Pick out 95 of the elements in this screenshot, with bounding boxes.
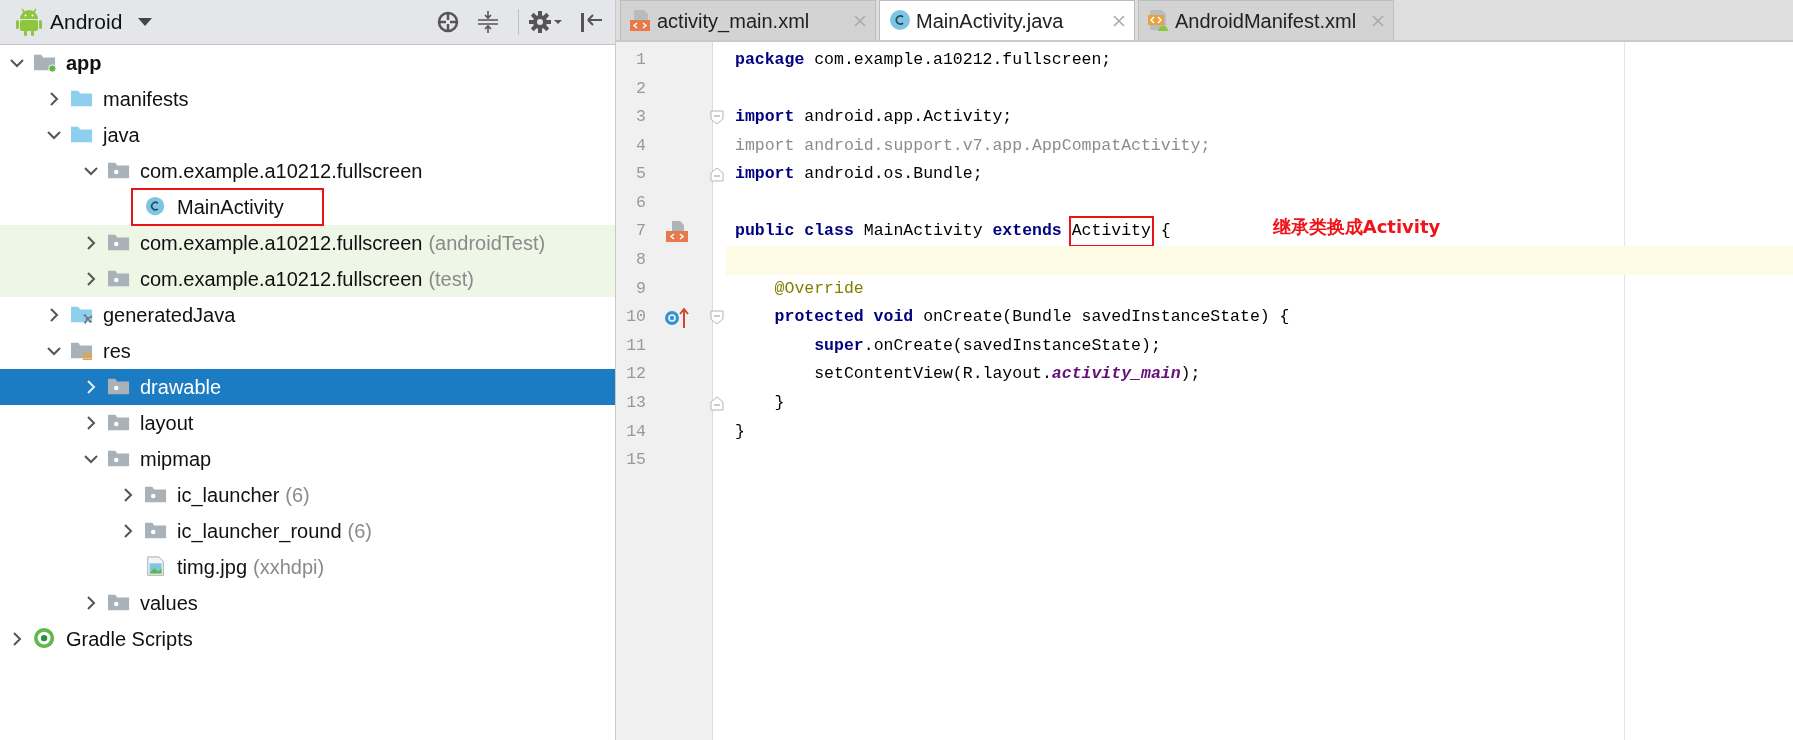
code-text: MainActivity xyxy=(862,220,984,243)
code-text: setContentView(R.layout. xyxy=(813,363,1052,386)
code-text: import xyxy=(735,163,795,186)
tree-item[interactable]: app xyxy=(0,45,615,81)
dropdown-caret-icon[interactable] xyxy=(138,17,153,27)
item-label: com.example.a10212.fullscreen xyxy=(140,267,423,292)
item-label: manifests xyxy=(103,87,189,112)
layout-file-icon[interactable] xyxy=(664,219,690,244)
code-text: } xyxy=(773,392,785,415)
code-text: protected void xyxy=(773,306,914,329)
code-text: android.os.Bundle; xyxy=(803,163,983,186)
item-suffix: (test) xyxy=(428,267,474,292)
locate-icon[interactable] xyxy=(436,10,460,34)
xml-file-icon xyxy=(629,8,653,33)
code-text: @Override xyxy=(773,277,864,300)
tree-item[interactable]: com.example.a10212.fullscreen xyxy=(0,153,615,189)
item-label: ic_launcher xyxy=(177,483,280,509)
tree-item[interactable]: layout xyxy=(0,405,615,441)
line-number: 7 xyxy=(635,220,646,243)
code-text: } xyxy=(735,420,745,443)
editor-tab[interactable]: AndroidManifest.xml xyxy=(1138,0,1394,40)
tree-item[interactable]: drawable xyxy=(0,369,615,405)
line-number: 15 xyxy=(625,449,646,472)
tree-item[interactable]: MainActivity xyxy=(0,189,615,225)
tree-item[interactable]: generatedJava xyxy=(0,297,615,333)
item-label: drawable xyxy=(140,375,222,400)
line-number: 3 xyxy=(635,106,646,129)
tree-item[interactable]: timg.jpg (xxhdpi) xyxy=(0,549,615,585)
line-number: 9 xyxy=(635,277,646,300)
view-title[interactable]: Android xyxy=(50,6,123,38)
line-number: 14 xyxy=(625,420,646,443)
item-label: Gradle Scripts xyxy=(66,627,193,652)
item-label: com.example.a10212.fullscreen xyxy=(140,231,423,256)
code-text: activity_main xyxy=(1051,363,1181,386)
item-label: layout xyxy=(140,411,194,436)
code-text: Activity xyxy=(1071,219,1151,245)
tree-item[interactable]: Gradle Scripts xyxy=(0,621,615,657)
line-number: 2 xyxy=(635,77,646,100)
code-text: public class xyxy=(735,220,854,243)
code-text: { xyxy=(1159,220,1171,243)
item-label: ic_launcher_round xyxy=(177,519,342,545)
item-suffix: (6) xyxy=(347,519,372,544)
line-number: 8 xyxy=(635,249,646,272)
code-text: extends xyxy=(992,220,1063,243)
item-suffix: (androidTest) xyxy=(428,231,546,256)
item-label: app xyxy=(66,51,102,76)
code-text: package xyxy=(735,48,805,71)
annotation-note: 继承类换成Activity xyxy=(1272,215,1441,240)
item-label: com.example.a10212.fullscreen xyxy=(140,159,423,184)
tree-item[interactable]: mipmap xyxy=(0,441,615,477)
code-text: import android.support.v7.app.AppCompatActivity; xyxy=(735,134,1211,157)
tree-item[interactable]: java xyxy=(0,117,615,153)
line-number: 1 xyxy=(635,48,646,71)
item-label: values xyxy=(140,591,198,616)
tree-item[interactable]: ic_launcher (6) xyxy=(0,477,615,513)
code-text: import xyxy=(735,106,795,129)
tree-item[interactable]: ic_launcher_round (6) xyxy=(0,513,615,549)
item-label: MainActivity xyxy=(177,195,284,220)
folder-icon xyxy=(69,304,95,326)
item-label: java xyxy=(103,123,140,148)
tree-item[interactable]: com.example.a10212.fullscreen (androidTest) xyxy=(0,225,615,261)
line-number: 12 xyxy=(625,363,646,386)
item-label: generatedJava xyxy=(103,303,236,328)
tree-item[interactable]: values xyxy=(0,585,615,621)
editor-tab[interactable]: activity_main.xml xyxy=(620,0,876,40)
folder-icon xyxy=(69,340,95,362)
item-label: res xyxy=(103,339,131,364)
manifest-file-icon xyxy=(1147,8,1171,33)
code-text: android.app.Activity; xyxy=(803,106,1013,129)
code-text: onCreate(Bundle savedInstanceState) { xyxy=(922,306,1290,329)
code-text: super xyxy=(813,334,864,357)
android-icon xyxy=(16,8,42,36)
code-text: com.example.a10212.fullscreen; xyxy=(813,48,1112,71)
code-text: ); xyxy=(1180,363,1201,386)
tree-item[interactable]: com.example.a10212.fullscreen (test) xyxy=(0,261,615,297)
override-icon[interactable] xyxy=(664,305,690,330)
line-number: 6 xyxy=(635,191,646,214)
line-number: 13 xyxy=(625,392,646,415)
line-number: 5 xyxy=(635,163,646,186)
code-text: .onCreate(savedInstanceState); xyxy=(863,334,1161,357)
line-number: 10 xyxy=(625,306,646,329)
folder-icon xyxy=(32,52,58,74)
item-suffix: (xxhdpi) xyxy=(253,555,325,580)
tree-item[interactable]: manifests xyxy=(0,81,615,117)
line-number: 4 xyxy=(635,134,646,157)
item-label: timg.jpg xyxy=(177,555,248,580)
collapse-all-icon[interactable] xyxy=(476,10,500,34)
editor-tab[interactable]: MainActivity.java xyxy=(879,0,1135,40)
item-label: mipmap xyxy=(140,447,212,472)
line-number: 11 xyxy=(625,334,646,357)
item-suffix: (6) xyxy=(285,483,310,508)
tree-item[interactable]: res xyxy=(0,333,615,369)
class-icon xyxy=(888,8,912,33)
hide-panel-icon[interactable] xyxy=(579,10,603,34)
settings-icon[interactable] xyxy=(529,10,563,34)
